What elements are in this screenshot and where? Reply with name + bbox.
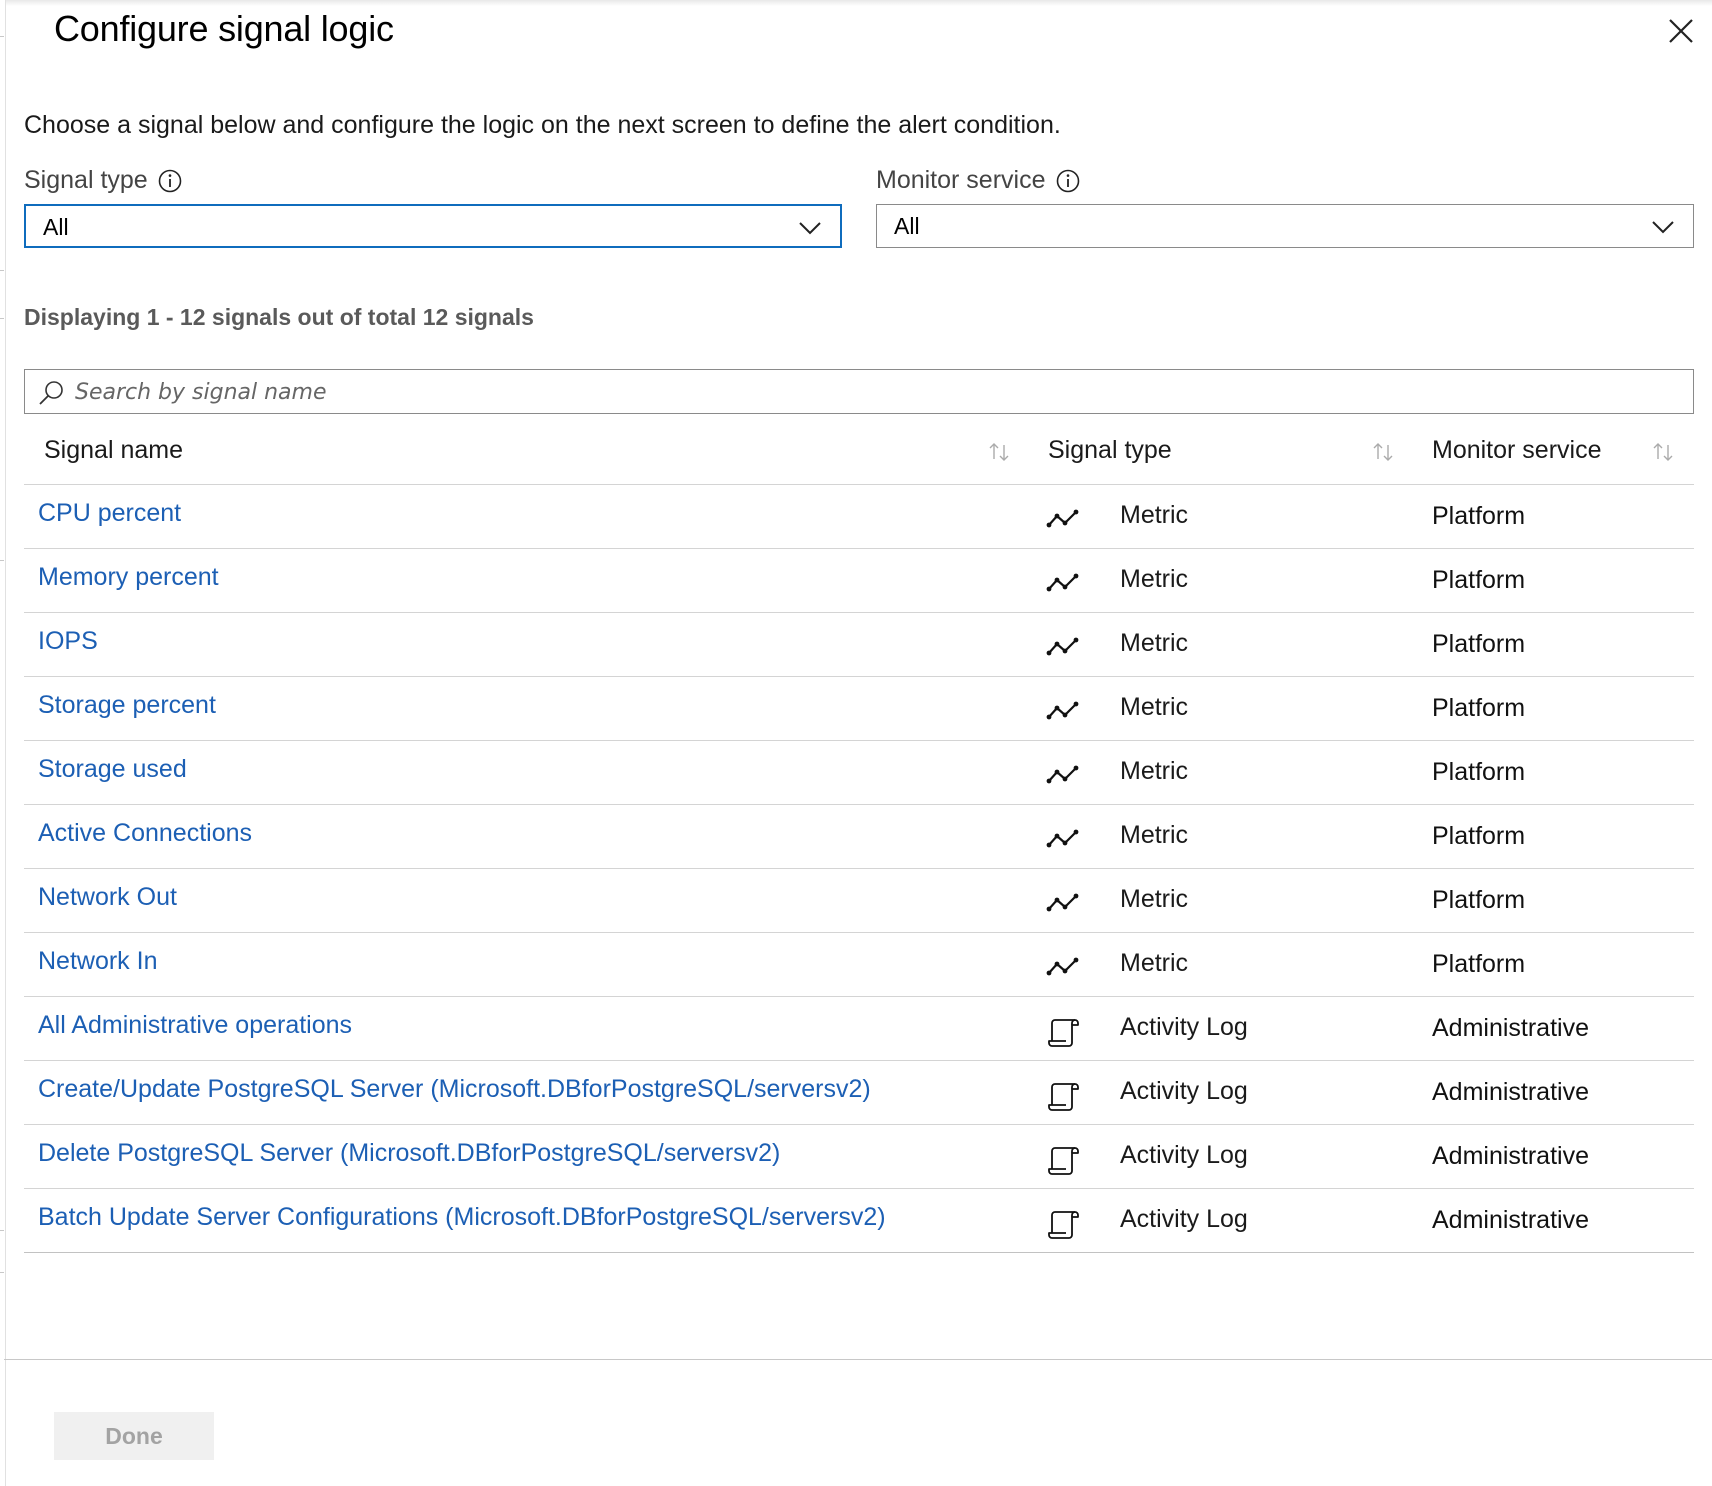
sort-icon[interactable] — [1652, 442, 1674, 462]
signal-name-link[interactable]: CPU percent — [38, 499, 181, 528]
search-box[interactable] — [24, 369, 1694, 414]
results-count: Displaying 1 - 12 signals out of total 1… — [24, 304, 534, 330]
signal-type-cell: Metric — [1120, 821, 1189, 849]
signal-type-cell: Activity Log — [1120, 1013, 1248, 1041]
signal-type-value: All — [43, 214, 69, 240]
column-header-monitor-service[interactable]: Monitor service — [1432, 436, 1602, 465]
table-row[interactable]: CPU percent Metric Platform — [24, 485, 1694, 549]
signal-name-link[interactable]: Network In — [38, 947, 157, 976]
top-shadow — [0, 0, 1712, 6]
blade-edge-tick — [0, 560, 4, 561]
chevron-down-icon — [1652, 221, 1674, 234]
search-input[interactable] — [73, 374, 1677, 410]
monitor-service-dropdown[interactable]: All — [876, 204, 1694, 248]
footer-divider — [4, 1359, 1712, 1360]
info-icon[interactable] — [1056, 169, 1080, 193]
table-row[interactable]: All Administrative operations Activity Lo… — [24, 997, 1694, 1061]
monitor-service-cell: Platform — [1432, 758, 1526, 786]
blade-edge-tick — [0, 270, 4, 271]
signal-type-cell: Metric — [1120, 885, 1189, 913]
signal-name-link[interactable]: All Administrative operations — [38, 1011, 352, 1040]
chevron-down-icon — [799, 222, 821, 235]
signal-type-cell: Metric — [1120, 565, 1189, 593]
table-row[interactable]: Delete PostgreSQL Server (Microsoft.DBfo… — [24, 1125, 1694, 1189]
signal-name-link[interactable]: Storage used — [38, 755, 187, 784]
monitor-service-cell: Administrative — [1432, 1014, 1589, 1042]
metric-icon — [1046, 885, 1082, 921]
signal-type-cell: Metric — [1120, 693, 1189, 721]
signal-type-label: Signal type — [24, 166, 182, 195]
monitor-service-value: All — [894, 213, 920, 239]
signal-type-cell: Metric — [1120, 757, 1189, 785]
signal-type-dropdown[interactable]: All — [24, 204, 842, 248]
signal-name-link[interactable]: Active Connections — [38, 819, 252, 848]
column-header-signal-name[interactable]: Signal name — [44, 436, 183, 465]
metric-icon — [1046, 501, 1082, 537]
signal-name-link[interactable]: Network Out — [38, 883, 177, 912]
blade-edge-tick — [0, 318, 4, 319]
table-row[interactable]: Batch Update Server Configurations (Micr… — [24, 1189, 1694, 1253]
blade-edge-tick — [0, 36, 4, 37]
monitor-service-cell: Platform — [1432, 694, 1526, 722]
monitor-service-cell: Platform — [1432, 630, 1526, 658]
close-button[interactable] — [1664, 14, 1698, 48]
close-icon — [1669, 19, 1693, 43]
monitor-service-cell: Administrative — [1432, 1206, 1589, 1234]
blade-edge-tick — [0, 1272, 4, 1273]
signal-name-link[interactable]: Batch Update Server Configurations (Micr… — [38, 1203, 886, 1232]
signal-type-cell: Activity Log — [1120, 1205, 1248, 1233]
activity-log-icon — [1046, 1141, 1082, 1177]
search-icon — [39, 381, 63, 405]
signals-table: Signal name Signal type Monitor service … — [24, 420, 1694, 1253]
intro-text: Choose a signal below and configure the … — [24, 111, 1061, 139]
page-title: Configure signal logic — [54, 8, 394, 49]
table-row[interactable]: Storage percent Metric Platform — [24, 677, 1694, 741]
table-row[interactable]: Active Connections Metric Platform — [24, 805, 1694, 869]
sort-icon[interactable] — [1372, 442, 1394, 462]
metric-icon — [1046, 821, 1082, 857]
activity-log-icon — [1046, 1205, 1082, 1241]
signal-type-label-text: Signal type — [24, 166, 148, 194]
signal-name-link[interactable]: Memory percent — [38, 563, 219, 592]
blade-edge-tick — [0, 1230, 4, 1231]
monitor-service-cell: Platform — [1432, 502, 1526, 530]
signal-name-link[interactable]: IOPS — [38, 627, 98, 656]
activity-log-icon — [1046, 1013, 1082, 1049]
metric-icon — [1046, 949, 1082, 985]
metric-icon — [1046, 565, 1082, 601]
signal-type-cell: Activity Log — [1120, 1077, 1248, 1105]
table-header: Signal name Signal type Monitor service — [24, 420, 1694, 485]
table-row[interactable]: Network Out Metric Platform — [24, 869, 1694, 933]
table-row[interactable]: IOPS Metric Platform — [24, 613, 1694, 677]
monitor-service-cell: Platform — [1432, 886, 1526, 914]
signal-name-link[interactable]: Storage percent — [38, 691, 216, 720]
activity-log-icon — [1046, 1077, 1082, 1113]
signal-type-cell: Metric — [1120, 629, 1189, 657]
done-button[interactable]: Done — [54, 1412, 214, 1460]
signal-name-link[interactable]: Create/Update PostgreSQL Server (Microso… — [38, 1075, 871, 1104]
table-row[interactable]: Network In Metric Platform — [24, 933, 1694, 997]
monitor-service-cell: Administrative — [1432, 1078, 1589, 1106]
monitor-service-cell: Platform — [1432, 566, 1526, 594]
monitor-service-label: Monitor service — [876, 166, 1080, 195]
table-row[interactable]: Storage used Metric Platform — [24, 741, 1694, 805]
signal-name-link[interactable]: Delete PostgreSQL Server (Microsoft.DBfo… — [38, 1139, 780, 1168]
info-icon[interactable] — [158, 169, 182, 193]
column-header-signal-type[interactable]: Signal type — [1048, 436, 1172, 465]
monitor-service-cell: Platform — [1432, 822, 1526, 850]
metric-icon — [1046, 757, 1082, 793]
monitor-service-cell: Platform — [1432, 950, 1526, 978]
sort-icon[interactable] — [988, 442, 1010, 462]
monitor-service-label-text: Monitor service — [876, 166, 1046, 194]
signal-type-cell: Metric — [1120, 501, 1189, 529]
signal-type-cell: Activity Log — [1120, 1141, 1248, 1169]
table-row[interactable]: Memory percent Metric Platform — [24, 549, 1694, 613]
signal-type-cell: Metric — [1120, 949, 1189, 977]
background-blade-edge — [0, 0, 6, 1486]
metric-icon — [1046, 629, 1082, 665]
table-row[interactable]: Create/Update PostgreSQL Server (Microso… — [24, 1061, 1694, 1125]
monitor-service-cell: Administrative — [1432, 1142, 1589, 1170]
metric-icon — [1046, 693, 1082, 729]
table-body: CPU percent Metric Platform Memory percent M… — [24, 485, 1694, 1253]
